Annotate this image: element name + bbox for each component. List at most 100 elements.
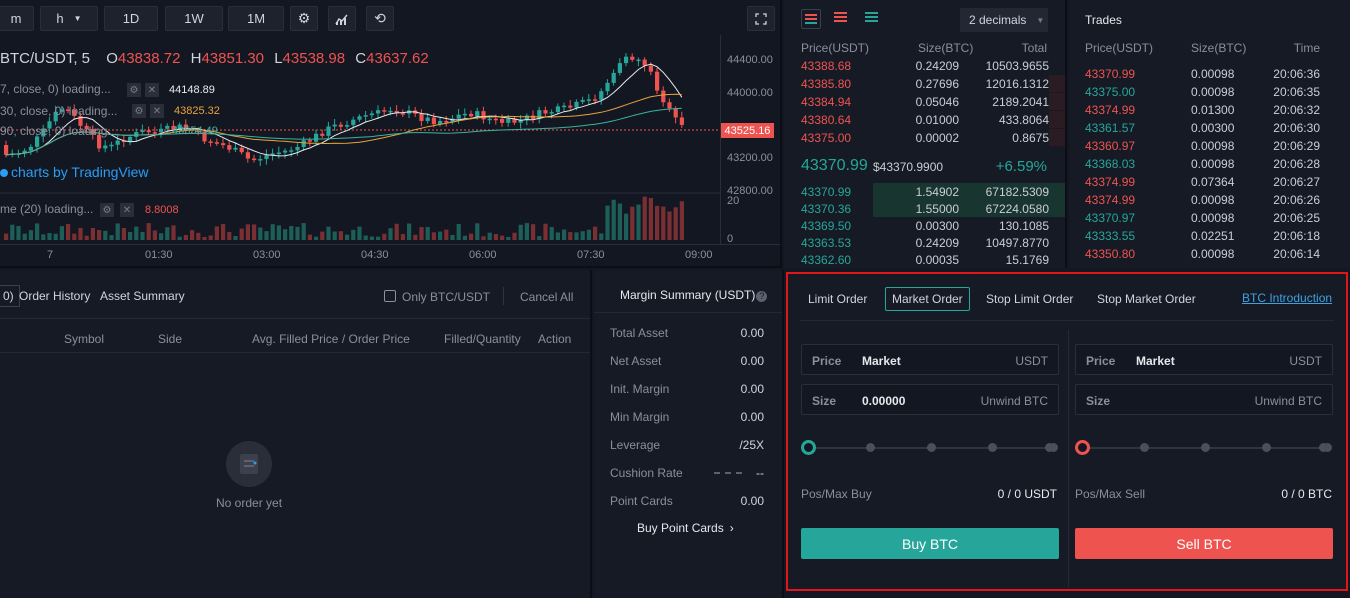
slider-step[interactable] — [866, 443, 875, 452]
tab-stop-limit-label: Stop Limit Order — [986, 292, 1074, 306]
tab-open-orders[interactable]: 0) — [0, 285, 20, 307]
close-icon[interactable]: ✕ — [120, 203, 134, 217]
tab-market-order[interactable]: Market Order — [885, 287, 970, 311]
candle-body — [636, 59, 641, 62]
candle-body — [444, 120, 449, 123]
ask-row[interactable]: 43375.00 0.00002 0.8675 — [784, 129, 1065, 146]
sell-price-field[interactable]: Price Market USDT — [1075, 344, 1333, 375]
time-axis-divider — [0, 244, 780, 245]
buy-size-slider[interactable] — [801, 438, 1059, 458]
candle-body — [679, 117, 684, 125]
only-btc-checkbox[interactable] — [384, 290, 396, 302]
candle-body — [357, 116, 362, 120]
slider-handle[interactable] — [1075, 440, 1090, 455]
fullscreen-button[interactable] — [747, 6, 775, 31]
trade-price: 43361.57 — [1085, 121, 1136, 135]
bid-row[interactable]: 43370.99 1.54902 67182.5309 — [784, 183, 1065, 200]
trade-row: 43370.99 0.00098 20:06:36 — [1069, 65, 1350, 83]
decimals-dropdown[interactable]: 2 decimals ▼ — [960, 8, 1048, 32]
bid-row[interactable]: 43363.53 0.24209 10497.8770 — [784, 234, 1065, 251]
ask-row[interactable]: 43380.64 0.01000 433.8064 — [784, 111, 1065, 128]
margin-row: Leverage/25X — [610, 438, 764, 452]
pos-max-sell-label: Pos/Max Sell — [1075, 487, 1146, 501]
depth-bar — [1049, 93, 1065, 110]
slider-step[interactable] — [1045, 443, 1054, 452]
bid-row[interactable]: 43369.50 0.00300 130.1085 — [784, 217, 1065, 234]
interval-1d-button[interactable]: 1D — [104, 6, 158, 31]
chart-reset-button[interactable]: ⟲ — [366, 6, 394, 31]
tradingview-watermark[interactable]: charts by TradingView — [0, 164, 148, 180]
ask-row[interactable]: 43384.94 0.05046 2189.2041 — [784, 93, 1065, 110]
settings-icon[interactable]: ⚙ — [127, 83, 141, 97]
chart-settings-button[interactable]: ⚙ — [290, 6, 318, 31]
interval-minutes-dropdown[interactable]: m — [0, 6, 34, 31]
tab-limit-order[interactable]: Limit Order — [802, 287, 873, 311]
divider — [503, 287, 504, 305]
ask-row[interactable]: 43385.80 0.27696 12016.1312 — [784, 75, 1065, 92]
volume-bar — [59, 226, 64, 240]
bid-row[interactable]: 43362.60 0.00035 15.1769 — [784, 251, 1065, 268]
slider-step[interactable] — [1140, 443, 1149, 452]
settings-icon[interactable]: ⚙ — [132, 104, 146, 118]
book-view-bids-button[interactable] — [865, 12, 879, 22]
slider-step[interactable] — [988, 443, 997, 452]
candle-body — [624, 56, 629, 64]
buy-point-cards-link[interactable]: Buy Point Cards › — [637, 521, 734, 535]
sell-size-slider[interactable] — [1075, 438, 1333, 458]
slider-step[interactable] — [927, 443, 936, 452]
buy-size-field[interactable]: Size 0.00000 Unwind BTC — [801, 384, 1059, 415]
volume-bar — [270, 224, 275, 240]
settings-icon[interactable]: ⚙ — [100, 203, 114, 217]
tab-stop-market-order[interactable]: Stop Market Order — [1091, 287, 1202, 311]
trade-price: 43374.99 — [1085, 103, 1136, 117]
bid-row[interactable]: 43370.36 1.55000 67224.0580 — [784, 200, 1065, 217]
cancel-all-button[interactable]: Cancel All — [520, 290, 573, 304]
book-view-asks-button[interactable] — [834, 12, 848, 22]
interval-1m-button[interactable]: 1M — [228, 6, 284, 31]
sell-size-field[interactable]: Size Unwind BTC — [1075, 384, 1333, 415]
indicators-button[interactable] — [328, 6, 356, 31]
trade-row: 43368.03 0.00098 20:06:28 — [1069, 155, 1350, 173]
tab-stop-limit-order[interactable]: Stop Limit Order — [980, 287, 1079, 311]
volume-bar — [580, 231, 585, 240]
sell-price-unit: USDT — [1289, 354, 1322, 368]
chart-panel[interactable]: m h ▼ 1D 1W 1M ⚙ ⟲ BTC/USDT, 5 O43838.72 … — [0, 0, 782, 268]
interval-1w-button[interactable]: 1W — [165, 6, 223, 31]
close-icon[interactable]: ✕ — [145, 83, 159, 97]
candle-body — [363, 115, 368, 117]
bar — [805, 18, 817, 20]
candle-body — [673, 108, 678, 118]
slider-step[interactable] — [1201, 443, 1210, 452]
ask-row[interactable]: 43388.68 0.24209 10503.9655 — [784, 57, 1065, 74]
book-view-both-button[interactable] — [801, 9, 821, 29]
volume-bar — [630, 206, 635, 240]
price-axis-divider — [720, 35, 721, 245]
close-icon[interactable]: ✕ — [150, 104, 164, 118]
candle-body — [456, 114, 461, 119]
volume-bar — [419, 227, 424, 240]
volume-bar — [444, 229, 449, 240]
margin-row-label: Point Cards — [610, 494, 673, 508]
help-icon[interactable]: ? — [756, 291, 768, 302]
column-symbol: Symbol — [64, 332, 105, 346]
btc-introduction-link[interactable]: BTC Introduction — [1242, 291, 1332, 305]
ask-size: 0.05046 — [915, 95, 959, 109]
buy-price-label: Price — [812, 354, 842, 368]
volume-bar — [326, 226, 331, 240]
slider-step[interactable] — [1262, 443, 1271, 452]
tab-asset-summary[interactable]: Asset Summary — [100, 289, 185, 303]
buy-price-field[interactable]: Price Market USDT — [801, 344, 1059, 375]
slider-step[interactable] — [1319, 443, 1328, 452]
trades-panel: Trades Price(USDT) Size(BTC) Time 43370.… — [1069, 0, 1350, 268]
candle-body — [419, 113, 424, 121]
empty-orders-text: No order yet — [216, 496, 283, 510]
sell-btc-button[interactable]: Sell BTC — [1075, 528, 1333, 559]
volume-bar — [363, 235, 368, 240]
volume-bar — [388, 228, 393, 240]
buy-btc-button[interactable]: Buy BTC — [801, 528, 1059, 559]
volume-bar — [332, 231, 337, 240]
interval-hours-dropdown[interactable]: h ▼ — [40, 6, 98, 31]
candle-body — [593, 99, 598, 101]
slider-handle[interactable] — [801, 440, 816, 455]
tab-order-history[interactable]: Order History — [19, 289, 90, 303]
